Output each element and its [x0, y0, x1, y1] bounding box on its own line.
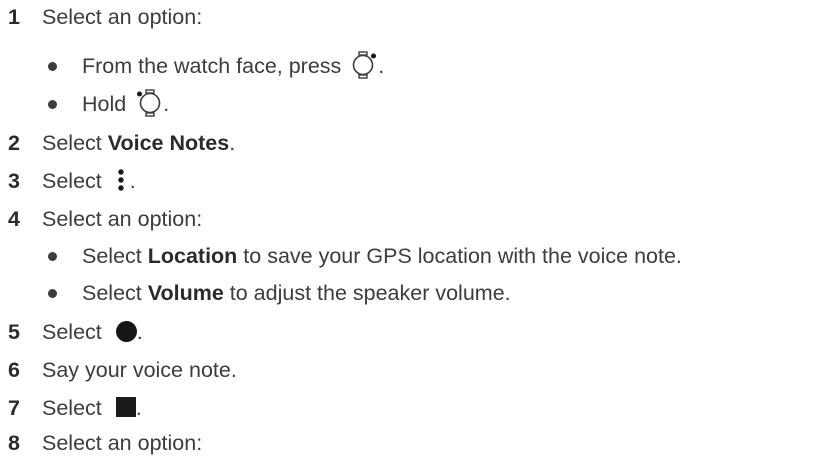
step-number: 7	[8, 396, 20, 420]
step-number: 8	[8, 431, 20, 455]
record-circle-icon	[115, 320, 137, 342]
watch-button-top-left-icon	[136, 89, 162, 118]
step-text: Select an option:	[42, 207, 203, 231]
step-text: Select an option:	[42, 431, 203, 455]
step-number: 5	[8, 320, 20, 344]
step-number: 2	[8, 131, 20, 155]
step-text: Select an option:	[42, 5, 203, 29]
step-number: 3	[8, 169, 20, 193]
bullet	[48, 62, 57, 71]
watch-button-top-right-icon	[351, 51, 377, 80]
step-number: 6	[8, 358, 20, 382]
step-number: 4	[8, 207, 20, 231]
sub-step-text: From the watch face, press	[82, 54, 348, 78]
bullet	[48, 252, 57, 261]
sub-step-text: Hold	[82, 92, 133, 116]
bullet	[48, 289, 57, 298]
vertical-ellipsis-menu-icon	[116, 167, 130, 193]
step-number: 1	[8, 5, 20, 29]
ui-term-voice-notes: Voice Notes	[107, 131, 230, 155]
bullet	[48, 100, 57, 109]
step-text: Say your voice note.	[42, 358, 237, 382]
ui-term-location: Location	[147, 244, 238, 268]
stop-square-icon	[115, 397, 136, 418]
ui-term-volume: Volume	[147, 281, 224, 305]
